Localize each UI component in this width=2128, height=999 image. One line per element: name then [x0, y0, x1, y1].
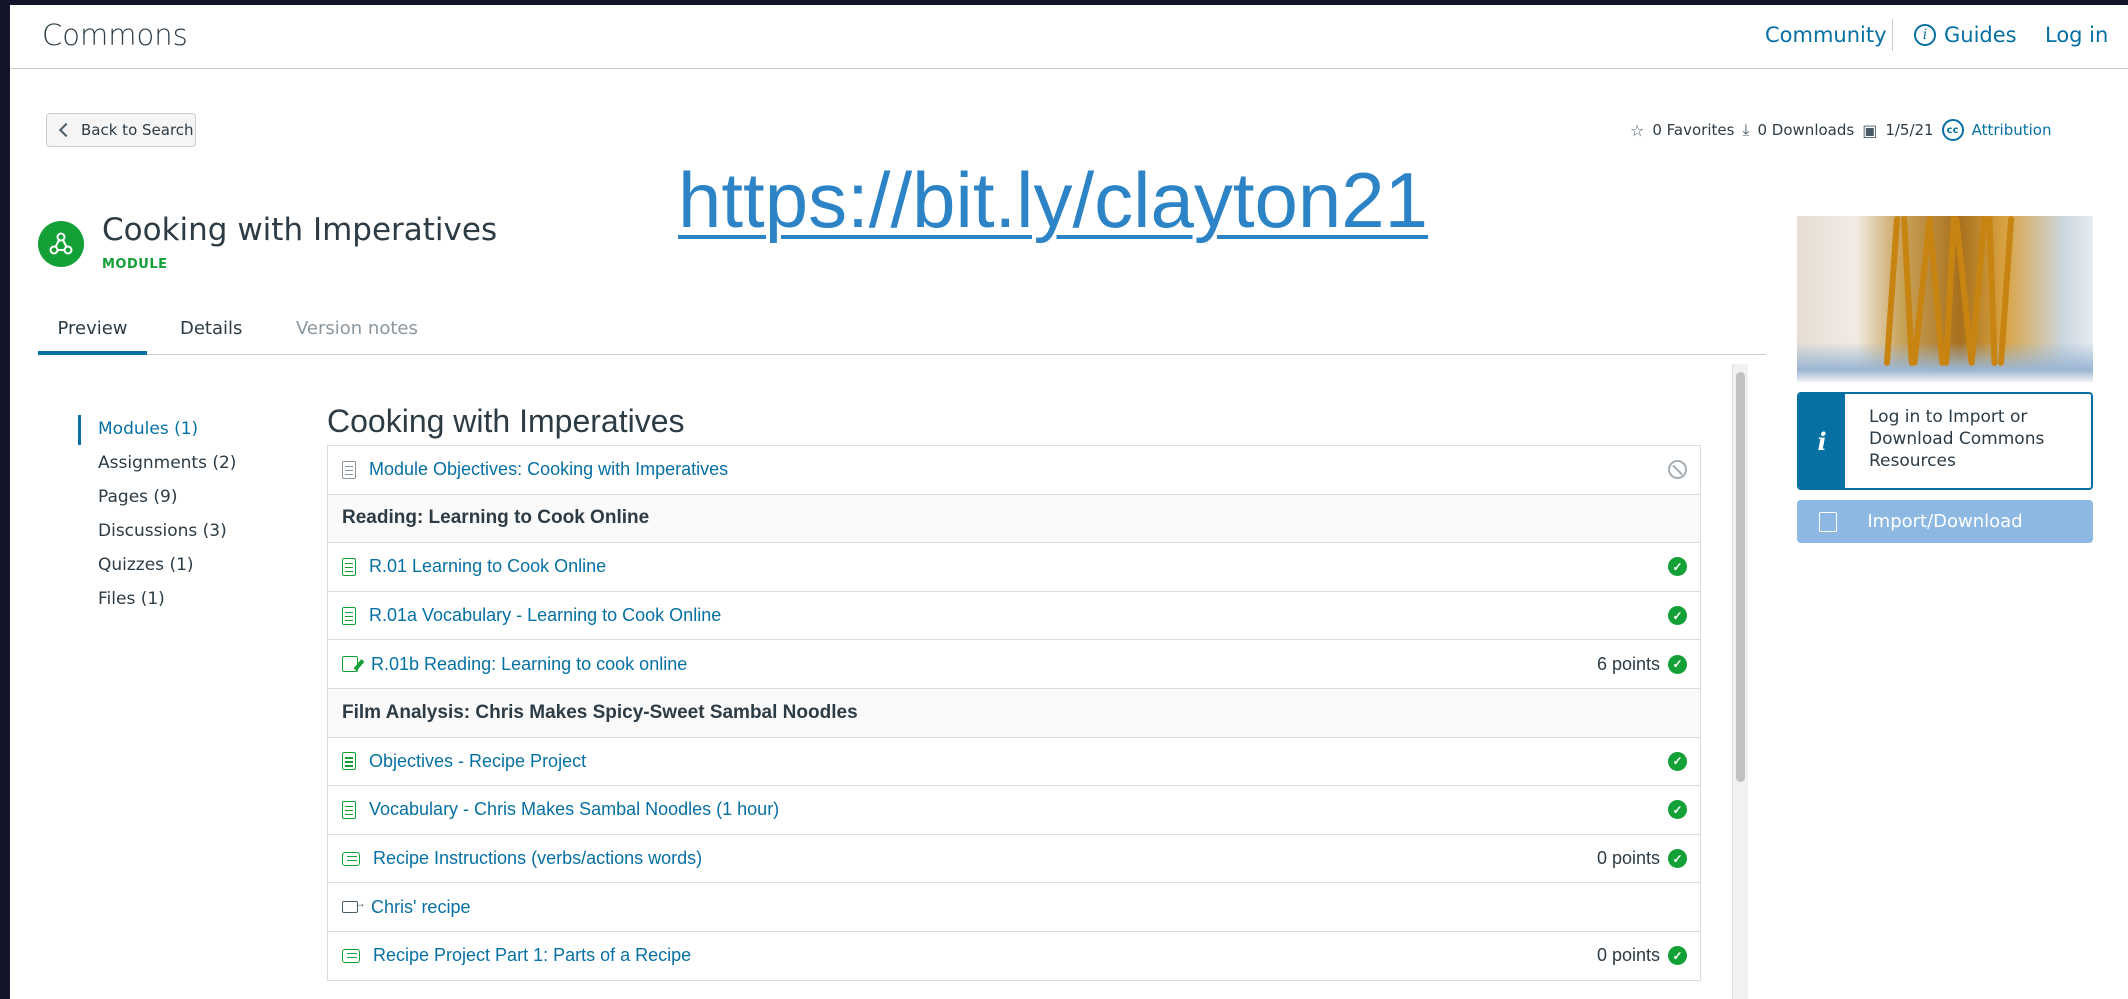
- item-meta: ✓: [1668, 557, 1687, 577]
- module-item-row[interactable]: Vocabulary - Chris Makes Sambal Noodles …: [328, 786, 1700, 835]
- discussion-icon: [342, 948, 360, 963]
- resource-stats: ☆ 0 Favorites ⤓ 0 Downloads ▣ 1/5/21 cc …: [1630, 119, 2051, 141]
- published-check-icon: ✓: [1668, 606, 1687, 626]
- published-check-icon: ✓: [1668, 654, 1687, 674]
- page-icon: [342, 800, 356, 819]
- content-type-nav: Modules (1) Assignments (2) Pages (9) Di…: [78, 415, 278, 619]
- page-icon: [342, 460, 356, 479]
- published-check-icon: ✓: [1668, 800, 1687, 820]
- item-title[interactable]: Objectives - Recipe Project: [369, 751, 586, 772]
- guides-link[interactable]: i Guides: [1914, 23, 2017, 47]
- item-points: 0 points: [1596, 848, 1660, 869]
- module-items-list: Module Objectives: Cooking with Imperati…: [327, 445, 1701, 981]
- item-meta: 0 points ✓: [1597, 848, 1687, 869]
- nav-divider: [1892, 19, 1893, 51]
- item-title[interactable]: R.01 Learning to Cook Online: [369, 556, 606, 577]
- module-item-row[interactable]: Objectives - Recipe Project ✓: [328, 738, 1700, 787]
- login-link[interactable]: Log in: [2045, 23, 2108, 47]
- module-item-row[interactable]: R.01 Learning to Cook Online ✓: [328, 543, 1700, 592]
- scrollbar-thumb[interactable]: [1736, 372, 1745, 782]
- back-to-search-button[interactable]: Back to Search: [46, 113, 196, 147]
- published-check-icon: ✓: [1668, 946, 1687, 966]
- item-meta: ✓: [1668, 800, 1687, 820]
- module-item-row[interactable]: R.01b Reading: Learning to cook online 6 …: [328, 640, 1700, 689]
- item-meta: 6 points ✓: [1597, 654, 1687, 675]
- favorites-count: 0 Favorites: [1652, 121, 1735, 139]
- info-icon: i: [1914, 24, 1936, 46]
- page-icon: [342, 606, 356, 625]
- community-link[interactable]: Community: [1765, 23, 1887, 47]
- published-check-icon: ✓: [1668, 557, 1687, 577]
- chevron-left-icon: [58, 122, 74, 138]
- published-check-icon: ✓: [1668, 849, 1687, 869]
- item-points: 6 points: [1596, 653, 1660, 674]
- nav-item-files[interactable]: Files (1): [78, 585, 278, 619]
- import-label: Import/Download: [1867, 511, 2023, 532]
- commons-page: Commons Community i Guides Log in Back t…: [10, 5, 2128, 999]
- page-icon: [342, 752, 356, 771]
- nav-item-modules[interactable]: Modules (1): [78, 415, 278, 449]
- attribution-label: Attribution: [1971, 121, 2052, 139]
- module-heading: Cooking with Imperatives: [327, 403, 685, 439]
- module-item-row[interactable]: Chris' recipe: [328, 883, 1700, 932]
- module-item-row[interactable]: Recipe Project Part 1: Parts of a Recipe…: [328, 932, 1700, 981]
- commons-logo[interactable]: Commons: [42, 18, 188, 52]
- published-check-icon: ✓: [1668, 751, 1687, 771]
- module-item-row[interactable]: Recipe Instructions (verbs/actions words…: [328, 835, 1700, 884]
- module-icon: [38, 221, 84, 267]
- external-link-icon: [342, 896, 366, 914]
- tab-details[interactable]: Details: [180, 318, 242, 339]
- module-item-row[interactable]: R.01a Vocabulary - Learning to Cook Onli…: [328, 592, 1700, 641]
- discussion-icon: [342, 851, 360, 866]
- info-icon: i: [1799, 394, 1845, 488]
- login-notice-text: Log in to Import or Download Commons Res…: [1869, 407, 2045, 471]
- item-meta: [1668, 460, 1687, 480]
- back-label: Back to Search: [81, 121, 194, 139]
- item-title[interactable]: Recipe Instructions (verbs/actions words…: [373, 848, 702, 869]
- tab-preview[interactable]: Preview: [38, 318, 147, 355]
- shortlink-overlay[interactable]: https://bit.ly/clayton21: [678, 155, 1428, 246]
- module-section-header: Film Analysis: Chris Makes Spicy-Sweet S…: [328, 688, 1700, 738]
- item-meta: ✓: [1668, 751, 1687, 771]
- downloads-count: 0 Downloads: [1757, 121, 1855, 139]
- item-title[interactable]: Vocabulary - Chris Makes Sambal Noodles …: [369, 799, 779, 820]
- nav-item-quizzes[interactable]: Quizzes (1): [78, 551, 278, 585]
- star-icon: ☆: [1630, 120, 1645, 140]
- top-nav-bar: Commons Community i Guides Log in: [10, 5, 2128, 69]
- preview-scrollbar[interactable]: [1732, 364, 1748, 999]
- module-item-row[interactable]: Module Objectives: Cooking with Imperati…: [328, 446, 1700, 495]
- unpublished-icon: [1668, 460, 1687, 480]
- nav-item-pages[interactable]: Pages (9): [78, 483, 278, 517]
- item-title[interactable]: R.01b Reading: Learning to cook online: [371, 654, 687, 675]
- updated-date: 1/5/21: [1885, 121, 1934, 139]
- download-icon: ⤓: [1742, 120, 1750, 139]
- item-title[interactable]: Module Objectives: Cooking with Imperati…: [369, 459, 728, 480]
- import-download-button[interactable]: Import/Download: [1797, 500, 2093, 543]
- import-icon: [1819, 512, 1837, 532]
- item-meta: ✓: [1668, 606, 1687, 626]
- tab-version-notes[interactable]: Version notes: [296, 318, 418, 339]
- item-title[interactable]: R.01a Vocabulary - Learning to Cook Onli…: [369, 605, 721, 626]
- resource-thumbnail: [1797, 216, 2093, 382]
- guides-label: Guides: [1944, 23, 2017, 47]
- section-title: Film Analysis: Chris Makes Spicy-Sweet S…: [342, 701, 858, 723]
- item-title[interactable]: Chris' recipe: [371, 897, 470, 918]
- module-section-header: Reading: Learning to Cook Online: [328, 494, 1700, 544]
- attribution-link[interactable]: cc Attribution: [1941, 119, 2052, 141]
- item-title[interactable]: Recipe Project Part 1: Parts of a Recipe: [373, 945, 691, 966]
- nav-item-discussions[interactable]: Discussions (3): [78, 517, 278, 551]
- calendar-icon: ▣: [1862, 120, 1878, 140]
- page-icon: [342, 557, 356, 576]
- section-title: Reading: Learning to Cook Online: [342, 507, 650, 529]
- item-points: 0 points: [1596, 945, 1660, 966]
- tab-bar: Preview Details Version notes: [38, 305, 1766, 355]
- assignment-icon: [342, 656, 358, 673]
- page-title: Cooking with Imperatives: [102, 212, 498, 248]
- resource-type-label: MODULE: [102, 257, 168, 272]
- login-to-import-notice: i Log in to Import or Download Commons R…: [1797, 392, 2093, 490]
- creative-commons-icon: cc: [1941, 119, 1964, 141]
- nav-item-assignments[interactable]: Assignments (2): [78, 449, 278, 483]
- item-meta: 0 points ✓: [1597, 945, 1687, 966]
